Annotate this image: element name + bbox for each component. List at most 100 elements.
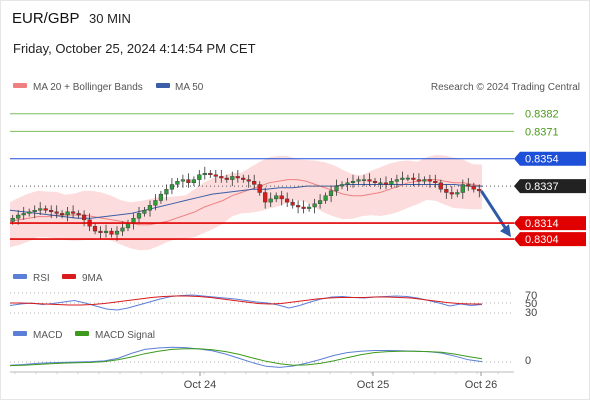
candle-body xyxy=(54,211,59,214)
candle xyxy=(301,200,306,214)
candle-body xyxy=(180,179,185,182)
x-tick-label: Oct 25 xyxy=(357,379,389,391)
candle-body xyxy=(49,209,54,212)
candle-body xyxy=(191,179,196,184)
candle xyxy=(197,170,202,187)
resistance-label: 0.8382 xyxy=(525,109,559,121)
candle-body xyxy=(268,198,273,203)
candle xyxy=(186,173,191,188)
candle-body xyxy=(383,182,388,185)
candle-body xyxy=(164,189,169,195)
candle-body xyxy=(350,180,356,183)
candle-body xyxy=(81,214,87,221)
candle xyxy=(202,166,207,180)
candle-body xyxy=(246,179,251,182)
candle xyxy=(307,203,312,212)
candle-body xyxy=(274,195,279,200)
candle-body xyxy=(224,177,229,180)
macd-zero-label: 0 xyxy=(525,355,531,367)
candle-body xyxy=(142,209,147,214)
candle-body xyxy=(147,205,152,211)
candle-body xyxy=(202,172,207,175)
candle-body xyxy=(444,189,449,193)
ma50-legend-label: MA 50 xyxy=(175,82,204,93)
rsi-legend-swatch xyxy=(13,274,27,279)
last-price-tag: 0.8337 xyxy=(514,179,586,194)
candle-body xyxy=(241,177,246,180)
candle-body xyxy=(70,211,76,214)
ma20-legend-swatch xyxy=(13,83,27,88)
candle-body xyxy=(103,230,109,233)
rsi-ma-legend-label: 9MA xyxy=(82,273,103,284)
candle-body xyxy=(21,213,26,216)
candle-body xyxy=(235,176,240,179)
pivot-tag-label: 0.8354 xyxy=(525,154,559,166)
support-1-tag: 0.8314 xyxy=(514,216,586,231)
candle-body xyxy=(109,230,114,235)
rsi-panel xyxy=(9,292,514,314)
candle-body xyxy=(361,179,367,182)
support-2-tag: 0.8304 xyxy=(514,232,586,247)
resistance-label: 0.8371 xyxy=(525,126,559,138)
candle-body xyxy=(389,180,394,185)
support-1-tag-label: 0.8314 xyxy=(525,218,559,230)
forecast-arrow-shaft xyxy=(480,190,510,233)
candle-body xyxy=(197,174,202,180)
candle-body xyxy=(323,195,328,201)
candle-body xyxy=(32,209,37,212)
candle-body xyxy=(427,179,432,182)
candle-body xyxy=(175,180,180,185)
macd-legend-label: MACD xyxy=(33,330,62,341)
candle-body xyxy=(16,214,21,219)
candle-body xyxy=(285,198,290,203)
macd-signal-legend-swatch xyxy=(75,331,89,336)
candle-body xyxy=(290,201,295,206)
rsi-legend-label: RSI xyxy=(33,273,50,284)
macd-panel xyxy=(9,346,514,368)
candle-body xyxy=(318,200,323,204)
price-chart: MA 20 + Bollinger Bands MA 50 Research ©… xyxy=(0,0,590,400)
candle-body xyxy=(65,211,70,216)
candle-body xyxy=(378,182,383,185)
candle-body xyxy=(114,230,120,235)
forecast-arrow xyxy=(480,190,511,238)
candle-body xyxy=(153,200,158,206)
candle-body xyxy=(334,185,339,192)
candle-body xyxy=(400,177,405,180)
ma50-legend-swatch xyxy=(156,83,170,88)
candle xyxy=(208,170,213,178)
candle-body xyxy=(405,177,410,180)
candle-body xyxy=(169,184,174,190)
candle-body xyxy=(301,206,306,209)
candle-body xyxy=(433,180,438,183)
candle xyxy=(191,176,196,187)
candle-body xyxy=(213,174,218,177)
candle-body xyxy=(372,180,378,183)
candle-body xyxy=(422,179,427,182)
candle-body xyxy=(230,176,235,180)
candle-body xyxy=(307,206,312,209)
candle-body xyxy=(120,227,125,232)
main-price-panel xyxy=(9,154,511,251)
candle-body xyxy=(279,195,284,200)
x-axis: Oct 24 Oct 25 Oct 26 xyxy=(14,372,499,391)
candle-body xyxy=(136,213,142,219)
support-2-tag-label: 0.8304 xyxy=(525,234,559,246)
macd-legend-swatch xyxy=(13,331,27,336)
x-tick-label: Oct 26 xyxy=(465,379,497,391)
candle-body xyxy=(345,182,350,185)
candle-body xyxy=(76,213,81,216)
candle-body xyxy=(10,217,15,222)
candle-body xyxy=(455,192,460,195)
candle-body xyxy=(411,177,416,180)
candle xyxy=(296,200,301,214)
macd-line xyxy=(9,346,483,368)
candle-body xyxy=(43,208,48,211)
candle-body xyxy=(92,226,98,232)
rsi-level-30: 30 xyxy=(525,307,537,319)
x-tick-label: Oct 24 xyxy=(184,379,216,391)
candle-body xyxy=(416,179,421,182)
candle-body xyxy=(219,176,224,179)
candle-body xyxy=(186,179,191,184)
candle-body xyxy=(263,192,268,203)
